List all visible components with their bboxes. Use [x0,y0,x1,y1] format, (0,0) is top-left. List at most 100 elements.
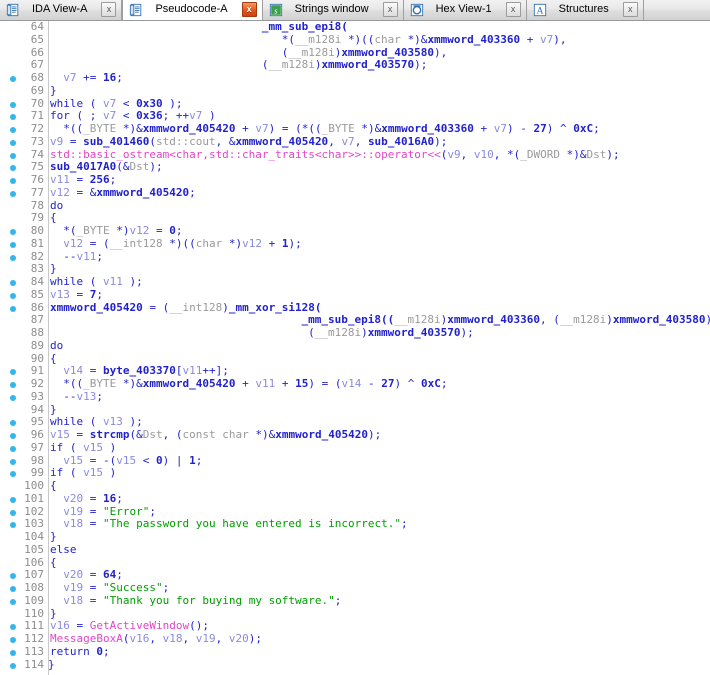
token-fn: _mm_xor_si128( [228,300,322,314]
code-line[interactable]: 78 do [0,199,710,213]
line-number: 85 [30,287,44,301]
tab-label: Strings window [294,3,369,15]
close-icon[interactable]: x [622,2,638,17]
token-plain: *)& [566,147,587,161]
close-icon[interactable]: x [101,2,117,17]
token-plain: *(( [50,122,84,135]
token-plain: ) - [507,122,534,135]
token-num: 0 [169,224,176,237]
token-str: "Error" [103,504,150,518]
token-num: 0xC [573,122,594,135]
token-plain: { [50,211,57,225]
token-fn: byte_403370 [103,364,176,378]
code-text: (__m128i)xmmword_403570); [308,326,474,340]
token-plain: return [50,644,97,658]
close-icon[interactable]: x [241,2,257,17]
token-var: v19 [63,581,84,594]
token-plain: ); [122,275,143,288]
token-gray: char [374,32,408,46]
token-plain: += [76,71,103,84]
token-plain: if ( [50,440,84,454]
token-plain: *) [228,236,243,250]
token-fn: _mm_sub_epi8(( [301,313,395,327]
close-icon[interactable]: x [505,2,521,17]
token-var: v20 [228,632,249,645]
line-number: 100 [24,479,44,492]
code-line[interactable]: 88 (__m128i)xmmword_403570); [0,326,710,340]
token-plain: *)& [407,32,428,46]
line-number: 88 [30,326,44,339]
code-listing[interactable]: 64 _mm_sub_epi8(65 *(__m128i *)((char *)&… [0,21,710,671]
token-var: v12 [63,236,84,250]
token-gray: __m128i [559,313,607,327]
token-plain: ; [149,504,156,518]
token-plain: *)& [122,377,143,390]
token-num: 27 [381,377,395,390]
code-line[interactable]: 81 v12 = (__int128 *)((char *)v12 + 1); [0,236,710,251]
token-var: v19 [63,504,84,518]
line-number: 80 [30,224,44,237]
token-plain: ; [195,453,203,467]
code-line[interactable]: 82 --v11; [0,250,710,264]
code-line[interactable]: 105 else [0,543,710,557]
strings-icon: s [269,3,283,17]
token-plain: = [83,504,103,518]
pseudocode-editor[interactable]: 64 _mm_sub_epi8(65 *(__m128i *)((char *)&… [0,21,710,675]
token-plain: while ( [50,96,103,110]
token-gray: _BYTE [83,377,123,390]
token-plain: ); [162,96,183,110]
token-var: v9 [447,147,461,161]
token-var: v13 [76,389,97,403]
code-line[interactable]: 89 do [0,338,710,353]
token-var: v18 [63,593,84,607]
code-line[interactable]: 103 v18 = "The password you have entered… [0,517,710,531]
tab-pseudocode-a[interactable]: Pseudocode-A x [122,0,263,20]
code-line[interactable]: 68 v7 += 16; [0,71,710,85]
close-icon[interactable]: x [382,2,398,17]
tab-strings-window[interactable]: s Strings window x [263,0,404,20]
token-gray: __m128i [294,32,348,46]
tab-ida-view-a[interactable]: IDA View-A x [0,0,123,20]
token-plain: ), [553,32,567,46]
token-gray: __m128i [268,58,315,72]
tab-structures[interactable]: A Structures x [527,0,644,20]
code-line[interactable]: 109 v18 = "Thank you for buying my softw… [0,593,710,608]
code-line[interactable]: 93 --v13; [0,389,710,404]
code-text: *((_BYTE *)&xmmword_405420 + v11 + 15) =… [50,377,448,391]
token-plain: ; [440,377,448,390]
token-fn: sub_401460 [83,134,150,148]
token-api: std::basic_ostream<char,std::char_traits… [50,147,441,161]
token-var: v15 [50,428,70,441]
token-plain: ); [367,428,382,441]
token-var: v11 [255,377,276,390]
token-plain: *)& [122,122,143,135]
code-line[interactable]: 99 if ( v15 ) [0,466,710,480]
token-fn: xmmword_405420 [235,134,329,148]
token-plain: , [149,632,163,645]
code-line[interactable]: 113 return 0; [0,644,710,659]
tab-bar[interactable]: IDA View-A x Pseudocode-A x s Strings window x… [0,0,710,21]
token-plain: ; [189,185,196,199]
tab-hex-view-1[interactable]: Hex View-1 x [404,0,527,20]
token-num: 0x30 [136,96,163,110]
token-var: v20 [63,568,84,582]
code-line[interactable]: 104} [0,530,710,544]
token-gray: Dst [129,160,150,174]
token-api: MessageBoxA [50,632,123,645]
code-line[interactable]: 77 v12 = &xmmword_405420; [0,185,710,200]
code-text: if ( v15 ) [50,466,116,480]
line-number: 89 [30,338,44,352]
token-plain: *)(( [347,32,375,46]
code-line[interactable]: 92 *((_BYTE *)&xmmword_405420 + v11 + 15… [0,377,710,391]
code-line[interactable]: 114} [0,658,710,672]
token-fn: xmmword_405420 [275,428,368,441]
token-var: v7 [63,71,77,84]
token-var: v19 [195,632,216,645]
tab-label: IDA View-A [32,3,88,15]
code-line[interactable]: 84 while ( v11 ); [0,275,710,289]
tab-label: Hex View-1 [435,3,492,15]
token-plain: ) [202,109,216,123]
